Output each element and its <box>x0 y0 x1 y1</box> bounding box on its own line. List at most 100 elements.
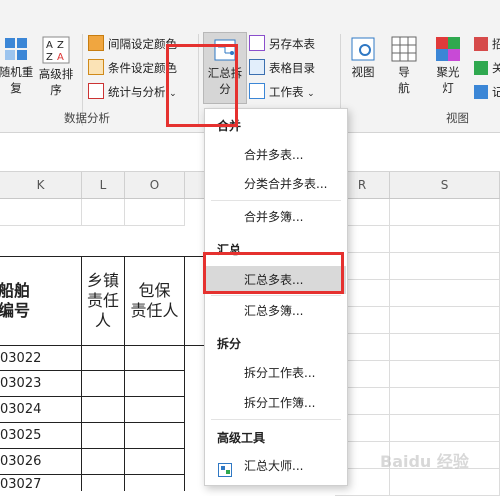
grid-cell[interactable] <box>82 449 125 475</box>
column-header[interactable]: K <box>0 172 82 198</box>
ribbon-right-item-3[interactable]: 记 <box>474 82 500 102</box>
grid-cell[interactable] <box>82 397 125 423</box>
menu-section-advanced: 高级工具 <box>217 431 266 445</box>
grid-cell[interactable] <box>390 199 500 226</box>
svg-text:Z: Z <box>46 52 53 63</box>
menu-item-split-sheet[interactable]: 拆分工作表... <box>206 359 346 387</box>
grid-cell[interactable] <box>125 371 185 397</box>
worksheet-icon <box>249 83 265 99</box>
grid-cell[interactable] <box>390 334 500 361</box>
tool-icon <box>474 37 488 51</box>
table-row[interactable]: 03022 <box>0 346 205 371</box>
view-icon <box>350 36 376 62</box>
ribbon-right-item-2[interactable]: 关 <box>474 58 500 78</box>
condition-color-button[interactable]: 条件设定颜色 <box>88 58 177 78</box>
grid-cell[interactable] <box>390 253 500 280</box>
view-label: 视图 <box>351 65 375 79</box>
summary-master-icon <box>218 459 232 477</box>
menu-divider <box>211 295 341 296</box>
ship-number-cell[interactable]: 03023 <box>0 371 82 397</box>
grid-cell[interactable] <box>82 199 125 226</box>
table-row[interactable]: 03025 <box>0 423 205 449</box>
column-header[interactable]: O <box>125 172 185 198</box>
random-repeat-label: 随机重 复 <box>0 65 34 95</box>
spotlight-icon <box>435 36 461 62</box>
watermark: Baidu 经验 <box>380 452 469 471</box>
menu-item-category-merge[interactable]: 分类合并多表... <box>206 170 346 198</box>
grid-cell[interactable] <box>125 423 185 449</box>
view-button[interactable]: 视图 <box>344 36 382 80</box>
ship-number-cell[interactable]: 03022 <box>0 346 82 371</box>
grid-cell[interactable] <box>390 226 500 253</box>
summary-split-menu: 合并 合并多表... 分类合并多表... 合并多簿... 汇总 汇总多表... … <box>204 108 348 486</box>
grid-cell[interactable] <box>82 475 125 491</box>
group-label-data-analysis: 数据分析 <box>64 111 110 125</box>
condition-color-icon <box>88 59 104 75</box>
menu-section-split: 拆分 <box>217 337 242 351</box>
menu-item-merge-multi-books[interactable]: 合并多簿... <box>206 203 346 231</box>
table-row[interactable]: 03024 <box>0 397 205 423</box>
column-header[interactable]: S <box>390 172 500 198</box>
grid-cell[interactable] <box>82 423 125 449</box>
svg-text:Z: Z <box>57 40 64 51</box>
svg-text:A: A <box>46 40 53 51</box>
interval-color-button[interactable]: 间隔设定颜色 <box>88 34 177 54</box>
navigation-label: 导 航 <box>398 65 410 95</box>
random-icon <box>3 36 29 62</box>
svg-text:A: A <box>57 52 64 63</box>
grid-cell[interactable] <box>390 307 500 334</box>
advanced-sort-button[interactable]: AZZA 高级排 序 <box>34 36 78 98</box>
menu-item-summary-multi-books[interactable]: 汇总多簿... <box>206 297 346 325</box>
grid-cell[interactable] <box>125 475 185 491</box>
grid-cell[interactable] <box>390 388 500 415</box>
table-header-town[interactable]: 乡镇 责任 人 <box>82 256 125 346</box>
menu-item-split-book[interactable]: 拆分工作簿... <box>206 389 346 417</box>
advanced-sort-label: 高级排 序 <box>38 67 74 97</box>
grid-cell[interactable] <box>125 397 185 423</box>
tool-icon <box>474 61 488 75</box>
ship-number-cell[interactable]: 03025 <box>0 423 82 449</box>
table-row[interactable]: 03023 <box>0 371 205 397</box>
group-label-view: 视图 <box>446 111 469 125</box>
ship-number-cell[interactable]: 03024 <box>0 397 82 423</box>
spotlight-label: 聚光 灯 <box>436 65 460 95</box>
ship-number-cell[interactable]: 03026 <box>0 449 82 475</box>
sort-az-icon: AZZA <box>42 36 70 64</box>
table-row[interactable]: 03027 <box>0 475 205 491</box>
highlight-box-summary-item <box>203 252 344 294</box>
grid-cell[interactable] <box>125 449 185 475</box>
save-sheet-button[interactable]: 另存本表 <box>249 34 315 54</box>
navigation-grid-icon <box>391 36 417 62</box>
column-header[interactable]: L <box>82 172 125 198</box>
navigation-button[interactable]: 导 航 <box>388 36 420 96</box>
menu-item-summary-master[interactable]: 汇总大师... <box>206 452 346 480</box>
highlight-box-split-button <box>166 44 238 127</box>
worksheet-button[interactable]: 工作表 ⌄ <box>249 82 315 102</box>
random-repeat-button[interactable]: 随机重 复 <box>0 36 38 96</box>
menu-divider <box>211 419 341 420</box>
table-directory-icon <box>249 59 265 75</box>
ribbon-right-item-1[interactable]: 招 <box>474 34 500 54</box>
stats-icon <box>88 83 104 99</box>
grid-cell[interactable] <box>82 371 125 397</box>
save-sheet-icon <box>249 35 265 51</box>
spotlight-button[interactable]: 聚光 灯 <box>428 36 468 96</box>
grid-cell[interactable] <box>125 199 185 226</box>
grid-cell[interactable] <box>390 415 500 442</box>
grid-cell[interactable] <box>0 199 82 226</box>
table-header-ship[interactable]: 船舶 编号 <box>0 256 82 346</box>
table-header-bao[interactable]: 包保 责任人 <box>125 256 185 346</box>
grid-cell[interactable] <box>390 361 500 388</box>
grid-cell[interactable] <box>390 280 500 307</box>
menu-item-merge-multi-sheets[interactable]: 合并多表... <box>206 141 346 169</box>
tool-icon <box>474 85 488 99</box>
table-header-extra[interactable] <box>185 256 205 346</box>
grid-cell[interactable] <box>125 346 185 371</box>
table-directory-button[interactable]: 表格目录 <box>249 58 315 78</box>
interval-color-icon <box>88 35 104 51</box>
ship-number-cell[interactable]: 03027 <box>0 475 82 491</box>
table-row[interactable]: 03026 <box>0 449 205 475</box>
stats-analysis-button[interactable]: 统计与分析 ⌄ <box>88 82 177 102</box>
menu-divider <box>211 200 341 201</box>
grid-cell[interactable] <box>82 346 125 371</box>
